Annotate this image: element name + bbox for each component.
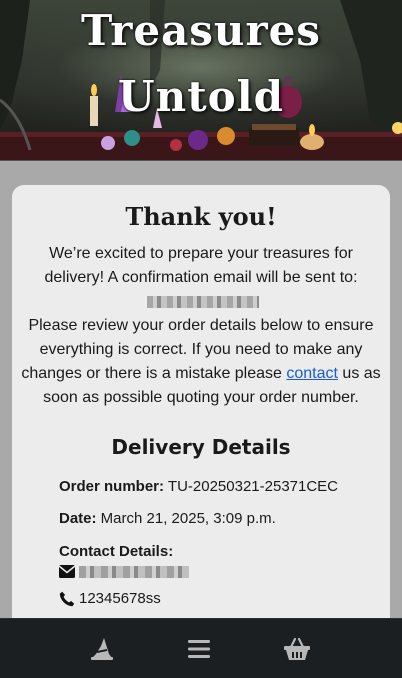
contact-details-label: Contact Details: [59,543,174,560]
order-date-value: March 21, 2025, 3:09 p.m. [96,510,276,527]
redacted-email [147,296,259,308]
delivery-details-heading: Delivery Details [111,435,291,459]
review-instructions: Please review your order details below t… [20,314,382,410]
phone-icon [59,591,75,607]
bottom-navigation [0,618,402,678]
hero-banner: Treasures Untold [0,0,402,161]
contact-email-row [59,565,189,578]
hamburger-icon [188,640,210,658]
basket-button[interactable] [279,633,315,665]
order-number-value: TU-20250321-25371CEC [164,478,339,495]
order-number-label: Order number: [59,478,165,495]
site-title-line1: Treasures [81,6,321,55]
order-number-row: Order number: TU-20250321-25371CEC [59,476,338,498]
contact-phone-value: 12345678ss [79,590,161,607]
redacted-contact-email [79,565,189,578]
menu-button[interactable] [181,633,217,665]
contact-details-row: Contact Details: [59,541,173,563]
thank-you-heading: Thank you! [125,202,277,231]
contact-phone-row: 12345678ss [59,588,161,610]
contact-link[interactable]: contact [286,365,338,382]
shopping-basket-icon [284,637,310,660]
site-title-line2: Untold [118,72,284,121]
confirmation-intro: We’re excited to prepare your treasures … [44,245,358,286]
home-button[interactable] [84,633,120,665]
order-confirmation-card: Thank you! We’re excited to prepare your… [12,185,390,655]
envelope-icon [59,565,75,578]
wizard-hat-icon [91,638,113,660]
order-date-row: Date: March 21, 2025, 3:09 p.m. [59,508,276,530]
order-date-label: Date: [59,510,97,527]
